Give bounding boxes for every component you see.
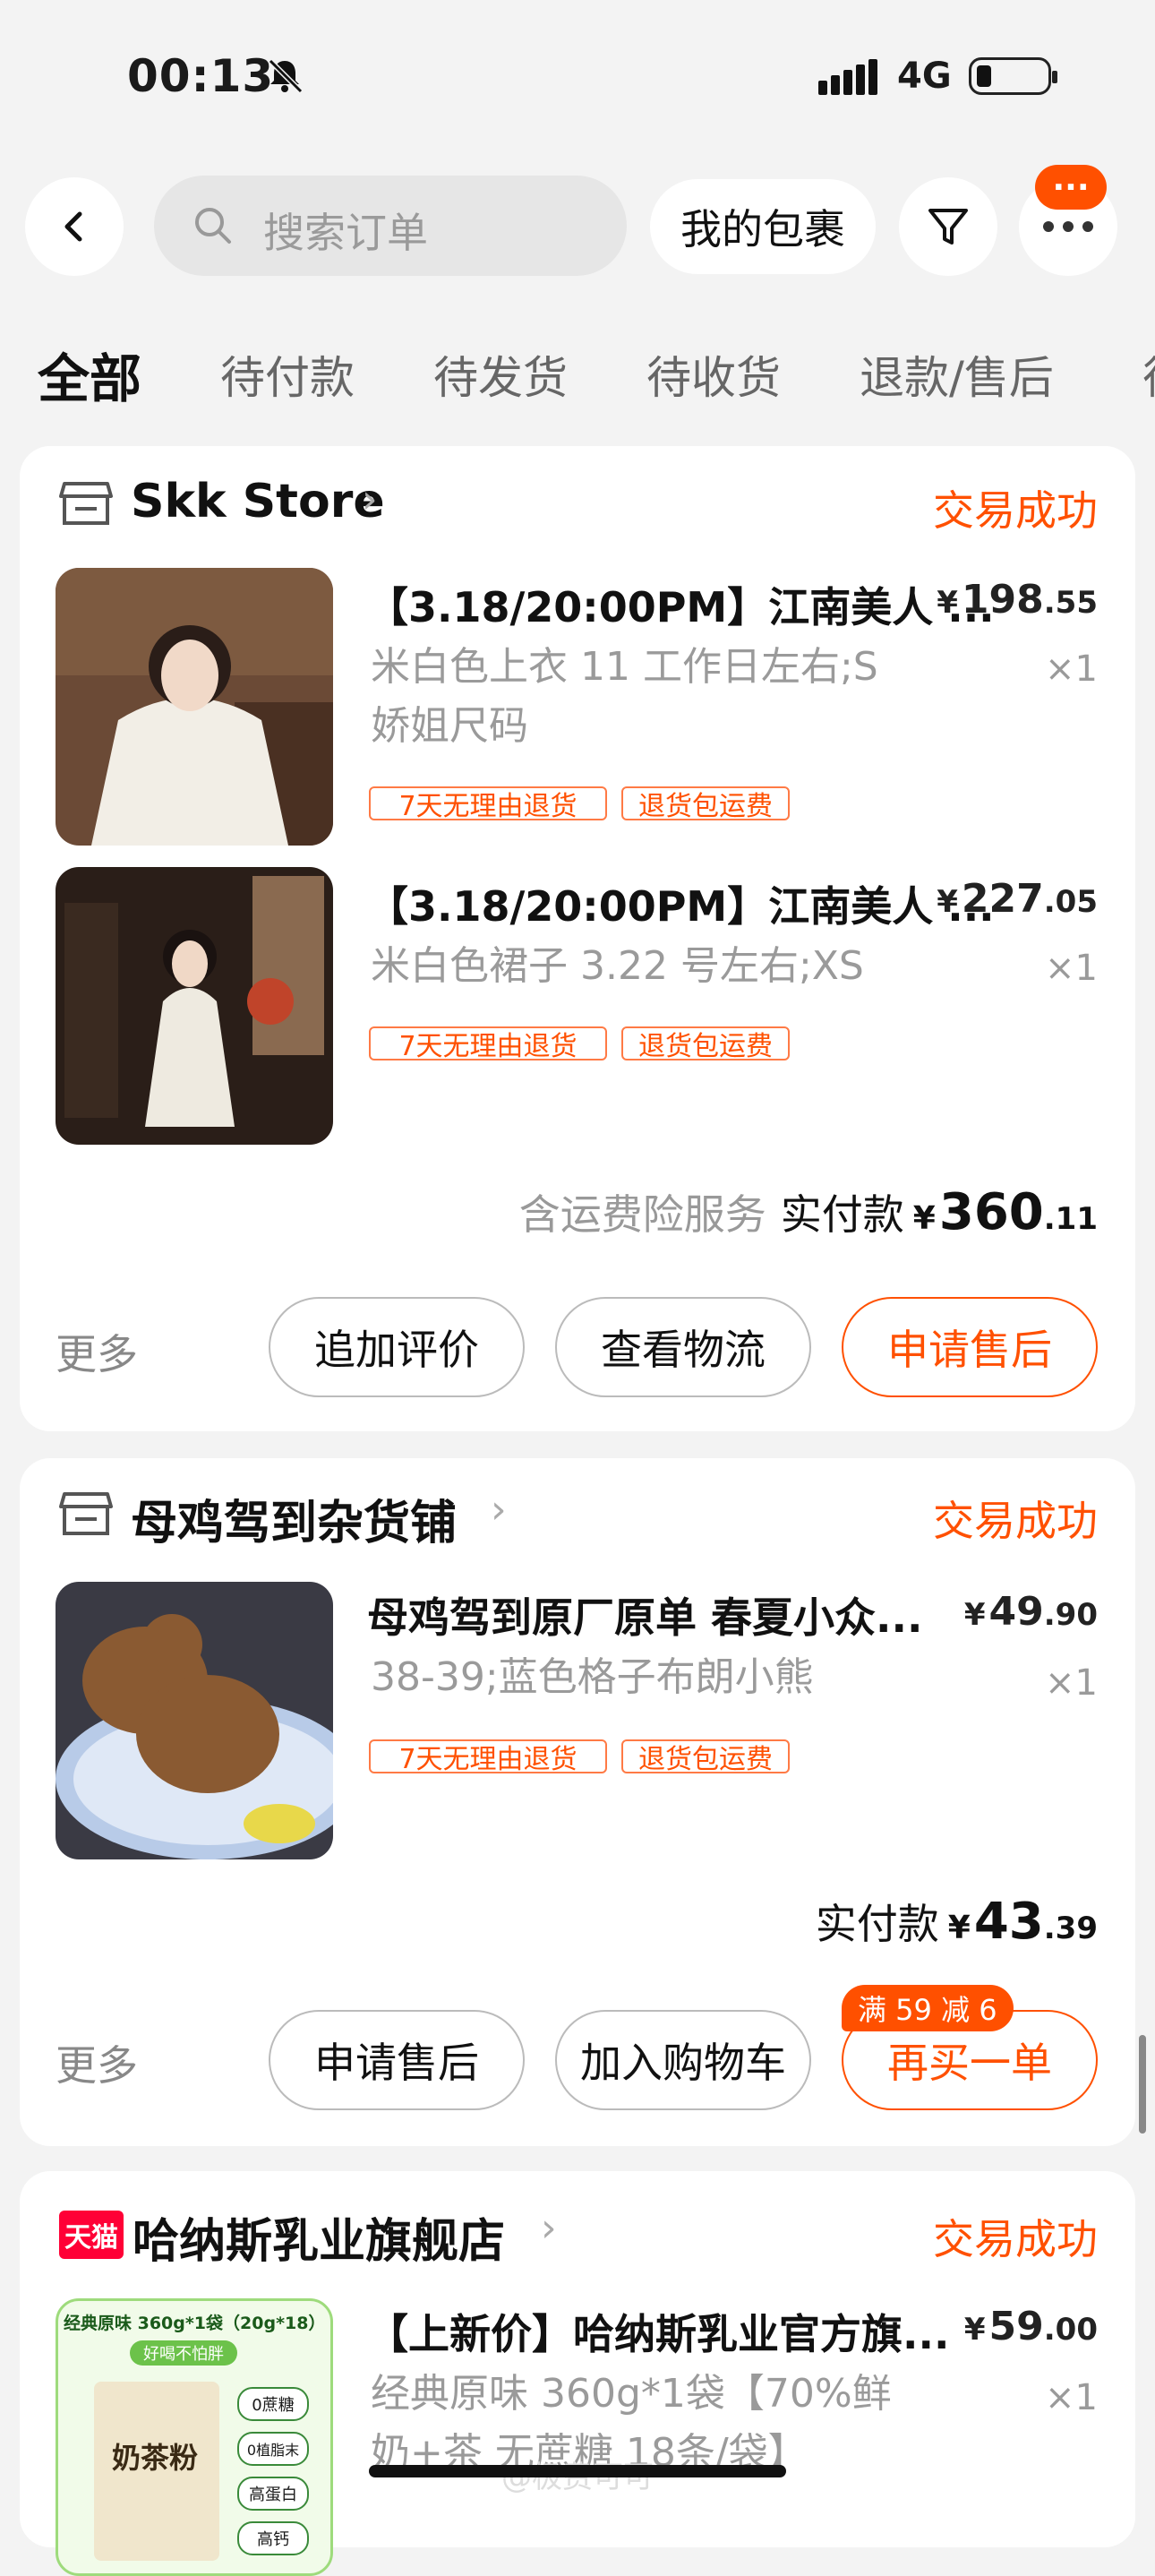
- request-aftersale-button[interactable]: 申请售后: [842, 1297, 1098, 1397]
- store-icon: [59, 1492, 113, 1535]
- product-quantity: ×1: [1045, 648, 1098, 690]
- product-thumbnail[interactable]: [56, 867, 333, 1145]
- tab-pending-shipment[interactable]: 待发货: [433, 342, 568, 407]
- signal-icon: [818, 59, 877, 95]
- message-badge: ···: [1035, 165, 1107, 210]
- order-card: 母鸡驾到杂货铺 › 交易成功 母鸡驾到原厂原单 春夏小众... ¥49.90 3…: [20, 1458, 1135, 2146]
- product-title[interactable]: 【上新价】哈纳斯乳业官方旗...: [367, 2302, 949, 2361]
- shop-name[interactable]: Skk Store: [131, 475, 385, 528]
- product-price: ¥198.55: [937, 577, 1098, 623]
- tab-pending-payment[interactable]: 待付款: [220, 342, 355, 407]
- status-time: 00:13: [127, 50, 275, 102]
- request-aftersale-button[interactable]: 申请售后: [269, 2010, 525, 2110]
- product-price: ¥59.00: [963, 2304, 1098, 2349]
- order-status: 交易成功: [933, 486, 1098, 535]
- product-price: ¥49.90: [963, 1589, 1098, 1635]
- tab-refund-aftersale[interactable]: 退款/售后: [860, 342, 1054, 407]
- product-quantity: ×1: [1045, 2377, 1098, 2418]
- product-thumbnail[interactable]: [56, 568, 333, 846]
- chevron-left-icon: [64, 211, 82, 242]
- product-quantity: ×1: [1045, 948, 1098, 989]
- return-policy-tag: 7天无理由退货: [369, 786, 607, 822]
- back-button[interactable]: [25, 177, 124, 276]
- filter-icon: [928, 209, 968, 245]
- chevron-right-icon[interactable]: ›: [362, 477, 378, 522]
- shop-name[interactable]: 哈纳斯乳业旗舰店: [133, 2203, 505, 2271]
- tab-all[interactable]: 全部: [38, 337, 141, 412]
- return-policy-tag: 7天无理由退货: [369, 1026, 607, 1062]
- free-return-shipping-tag: 退货包运费: [621, 786, 790, 822]
- thumb-badge: 高钙: [237, 2521, 309, 2555]
- return-policy-tag: 7天无理由退货: [369, 1739, 607, 1775]
- promo-badge: 满 59 减 6: [842, 1985, 1014, 2031]
- product-sku: 米白色上衣 11 工作日左右;S 娇姐尺码: [371, 644, 878, 749]
- my-packages-button[interactable]: 我的包裹: [650, 179, 876, 274]
- product-sku: 米白色裙子 3.22 号左右;XS: [371, 943, 864, 989]
- home-indicator[interactable]: [369, 2465, 786, 2477]
- add-review-button[interactable]: 追加评价: [269, 1297, 525, 1397]
- order-total: 含运费险服务 实付款 ¥360.11: [518, 1183, 1098, 1241]
- thumb-product-name: 奶茶粉: [112, 2441, 199, 2475]
- thumb-badge: 0植脂末: [237, 2432, 309, 2466]
- product-thumbnail[interactable]: [56, 1582, 333, 1859]
- thumb-top-text: 经典原味 360g*1袋（20g*18）: [64, 2314, 326, 2333]
- search-input[interactable]: 搜索订单: [154, 176, 627, 276]
- product-title[interactable]: 【3.18/20:00PM】江南美人 ...: [367, 874, 995, 933]
- search-icon: [195, 208, 231, 244]
- chevron-right-icon[interactable]: ›: [491, 1487, 507, 1533]
- shop-name[interactable]: 母鸡驾到杂货铺: [131, 1485, 457, 1552]
- tmall-badge: 天猫: [59, 2211, 124, 2259]
- search-placeholder: 搜索订单: [263, 209, 428, 257]
- more-actions-link[interactable]: 更多: [56, 1322, 138, 1381]
- product-price: ¥227.05: [937, 876, 1098, 922]
- filter-button[interactable]: [899, 177, 997, 276]
- product-sku: 38-39;蓝色格子布朗小熊: [371, 1654, 814, 1700]
- tab-pending-receipt[interactable]: 待收货: [646, 342, 781, 407]
- free-return-shipping-tag: 退货包运费: [621, 1026, 790, 1062]
- order-card: Skk Store › 交易成功 【3.18/20:00PM】江南美人 ... …: [20, 446, 1135, 1431]
- product-thumbnail[interactable]: 经典原味 360g*1袋（20g*18） 好喝不怕胖 奶茶粉 0蔗糖 0植脂末 …: [56, 2298, 333, 2576]
- more-actions-link[interactable]: 更多: [56, 2033, 138, 2092]
- free-return-shipping-tag: 退货包运费: [621, 1739, 790, 1775]
- product-quantity: ×1: [1045, 1662, 1098, 1704]
- order-total: 实付款 ¥43.39: [815, 1893, 1098, 1951]
- status-bar: 00:13 4G: [0, 0, 1155, 152]
- battery-icon: [969, 57, 1057, 95]
- tab-more-partial[interactable]: 待: [1142, 342, 1155, 407]
- store-icon: [59, 482, 113, 525]
- network-type: 4G: [897, 56, 952, 97]
- chevron-right-icon[interactable]: ›: [541, 2205, 557, 2251]
- thumb-badge: 0蔗糖: [237, 2387, 309, 2421]
- product-title[interactable]: 母鸡驾到原厂原单 春夏小众...: [367, 1585, 922, 1644]
- order-status: 交易成功: [933, 2215, 1098, 2263]
- scrollbar[interactable]: [1139, 2035, 1146, 2134]
- thumb-badge: 高蛋白: [237, 2477, 309, 2511]
- order-status: 交易成功: [933, 1497, 1098, 1545]
- more-dots-icon: [1043, 221, 1093, 232]
- track-shipment-button[interactable]: 查看物流: [555, 1297, 811, 1397]
- thumb-banner: 好喝不怕胖: [130, 2340, 237, 2366]
- add-to-cart-button[interactable]: 加入购物车: [555, 2010, 811, 2110]
- product-title[interactable]: 【3.18/20:00PM】江南美人 ...: [367, 575, 995, 634]
- bell-muted-icon: [268, 58, 304, 94]
